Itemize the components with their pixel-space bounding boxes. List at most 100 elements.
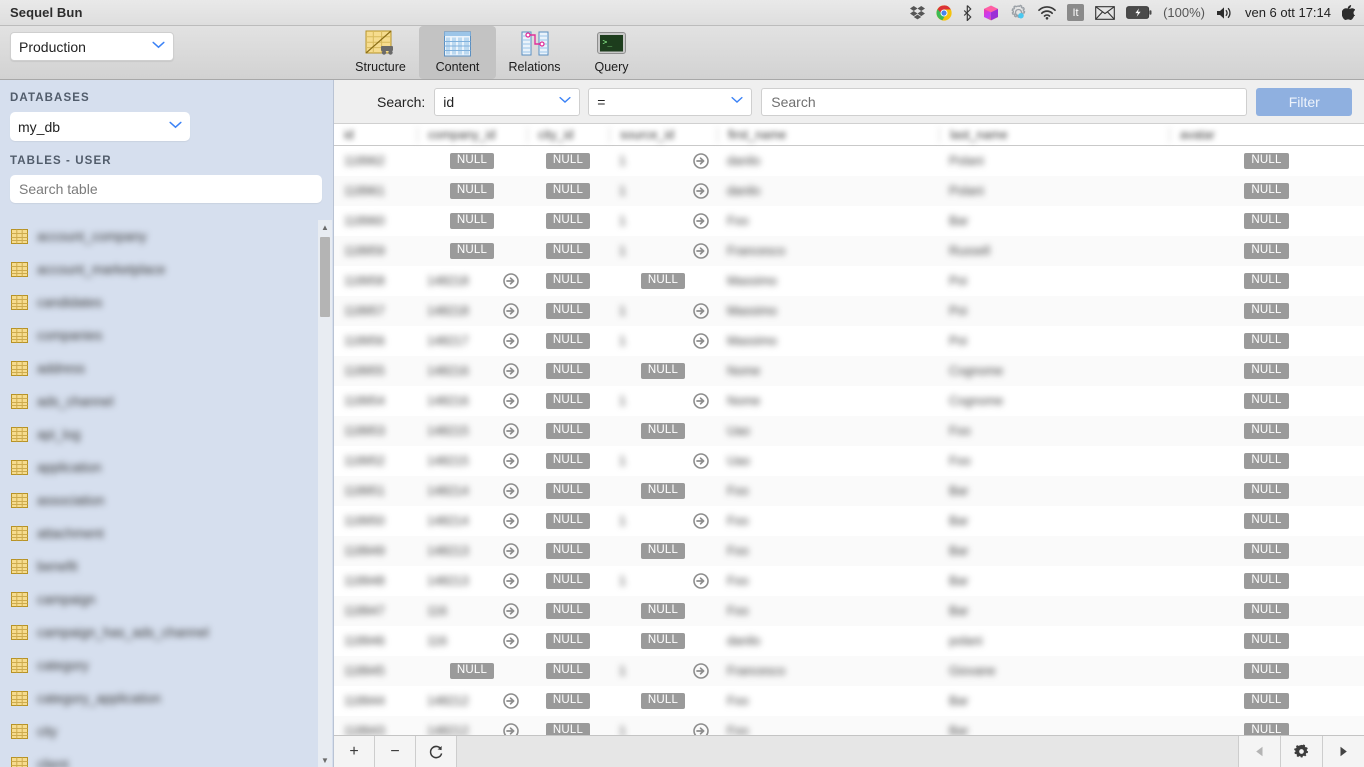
grid-cell[interactable]: 118946 <box>334 626 417 656</box>
grid-cell[interactable]: Foo <box>717 716 939 735</box>
grid-cell[interactable]: Russell <box>939 236 1169 266</box>
table-list-item[interactable]: application <box>0 451 319 484</box>
grid-cell[interactable]: 116 <box>417 626 527 656</box>
table-row[interactable]: 118953 148215 NULL NULL Uao Foo NULL <box>334 416 1364 446</box>
grid-cell[interactable]: NULL <box>417 236 527 266</box>
grid-column-header[interactable]: source_id <box>609 126 717 143</box>
grid-cell[interactable]: NULL <box>1169 656 1364 686</box>
table-row[interactable]: 118959 NULL NULL 1 Francesco Russell NULL <box>334 236 1364 266</box>
search-field-select[interactable]: id <box>434 87 581 116</box>
tab-content[interactable]: Content <box>419 26 496 79</box>
table-list-item[interactable]: api_log <box>0 418 319 451</box>
table-row[interactable]: 118954 148216 NULL 1 Nome Cognome NULL <box>334 386 1364 416</box>
foreign-key-link-icon[interactable] <box>503 723 519 735</box>
filter-button[interactable]: Filter <box>1256 87 1353 116</box>
grid-cell[interactable]: 118945 <box>334 656 417 686</box>
grid-cell[interactable]: Foo <box>717 566 939 596</box>
foreign-key-link-icon[interactable] <box>693 453 709 469</box>
grid-cell[interactable]: Uao <box>717 446 939 476</box>
foreign-key-link-icon[interactable] <box>693 243 709 259</box>
foreign-key-link-icon[interactable] <box>693 333 709 349</box>
grid-cell[interactable]: NULL <box>1169 446 1364 476</box>
scroll-up-icon[interactable]: ▲ <box>318 220 332 234</box>
foreign-key-link-icon[interactable] <box>503 543 519 559</box>
scroll-down-icon[interactable]: ▼ <box>318 753 332 767</box>
table-list-item[interactable]: ads_channel <box>0 385 319 418</box>
grid-cell[interactable]: NULL <box>527 416 609 446</box>
sidebar-scrollbar[interactable]: ▲ ▼ <box>318 220 332 767</box>
grid-column-header[interactable]: avatar <box>1169 126 1364 143</box>
grid-cell[interactable]: Nome <box>717 386 939 416</box>
table-list-item[interactable]: account_company <box>0 220 319 253</box>
grid-cell[interactable]: Francesco <box>717 656 939 686</box>
connection-select[interactable]: Production <box>10 32 174 61</box>
grid-cell[interactable]: Foo <box>717 506 939 536</box>
grid-cell[interactable]: NULL <box>417 656 527 686</box>
table-list-item[interactable]: candidates <box>0 286 319 319</box>
grid-cell[interactable]: NULL <box>527 686 609 716</box>
grid-cell[interactable]: NULL <box>1169 476 1364 506</box>
next-page-button[interactable] <box>1322 736 1364 767</box>
grid-cell[interactable]: Poi <box>939 296 1169 326</box>
foreign-key-link-icon[interactable] <box>503 333 519 349</box>
grid-cell[interactable]: NULL <box>527 266 609 296</box>
grid-cell[interactable]: danilo <box>717 626 939 656</box>
grid-cell[interactable]: danilo <box>717 146 939 176</box>
grid-cell[interactable]: 148214 <box>417 476 527 506</box>
grid-cell[interactable]: 118951 <box>334 476 417 506</box>
grid-cell[interactable]: 118957 <box>334 296 417 326</box>
grid-cell[interactable]: NULL <box>1169 686 1364 716</box>
grid-cell[interactable]: Foo <box>717 206 939 236</box>
mail-icon[interactable] <box>1095 3 1115 23</box>
foreign-key-link-icon[interactable] <box>503 453 519 469</box>
foreign-key-link-icon[interactable] <box>503 603 519 619</box>
table-list-item[interactable]: category <box>0 649 319 682</box>
grid-cell[interactable]: 118962 <box>334 146 417 176</box>
grid-column-header[interactable]: company_id <box>417 126 527 143</box>
grid-cell[interactable]: 1 <box>609 206 717 236</box>
grid-cell[interactable]: 148212 <box>417 686 527 716</box>
table-row[interactable]: 118946 116 NULL NULL danilo polani NULL <box>334 626 1364 656</box>
grid-cell[interactable]: 1 <box>609 146 717 176</box>
grid-cell[interactable]: Francesco <box>717 236 939 266</box>
grid-cell[interactable]: NULL <box>527 446 609 476</box>
table-row[interactable]: 118949 148213 NULL NULL Foo Bar NULL <box>334 536 1364 566</box>
grid-cell[interactable]: Foo <box>717 476 939 506</box>
grid-cell[interactable]: NULL <box>609 596 717 626</box>
grid-cell[interactable]: 118952 <box>334 446 417 476</box>
grid-cell[interactable]: NULL <box>527 566 609 596</box>
foreign-key-link-icon[interactable] <box>693 573 709 589</box>
grid-cell[interactable]: NULL <box>609 476 717 506</box>
bluetooth-icon[interactable] <box>963 3 972 23</box>
grid-cell[interactable]: 118958 <box>334 266 417 296</box>
grid-cell[interactable]: Bar <box>939 566 1169 596</box>
add-row-button[interactable]: + <box>334 736 375 767</box>
tab-query[interactable]: >_ Query <box>573 26 650 79</box>
foreign-key-link-icon[interactable] <box>503 393 519 409</box>
previous-page-button[interactable] <box>1238 736 1280 767</box>
grid-cell[interactable]: 118960 <box>334 206 417 236</box>
table-row[interactable]: 118958 148218 NULL NULL Massimo Poi NULL <box>334 266 1364 296</box>
grid-cell[interactable]: NULL <box>609 266 717 296</box>
grid-cell[interactable]: 148212 <box>417 716 527 735</box>
foreign-key-link-icon[interactable] <box>503 363 519 379</box>
tab-relations[interactable]: Relations <box>496 26 573 79</box>
table-list-item[interactable]: companies <box>0 319 319 352</box>
grid-cell[interactable]: NULL <box>527 146 609 176</box>
table-list-item[interactable]: campaign <box>0 583 319 616</box>
search-operator-select[interactable]: = <box>588 87 753 116</box>
grid-cell[interactable]: NULL <box>1169 566 1364 596</box>
grid-cell[interactable]: 148215 <box>417 416 527 446</box>
chrome-icon[interactable] <box>936 3 952 23</box>
grid-cell[interactable]: Cognome <box>939 356 1169 386</box>
table-list-item[interactable]: attachment <box>0 517 319 550</box>
grid-cell[interactable]: NULL <box>1169 266 1364 296</box>
grid-cell[interactable]: NULL <box>1169 296 1364 326</box>
table-list-item[interactable]: client <box>0 748 319 767</box>
grid-cell[interactable]: 118961 <box>334 176 417 206</box>
grid-cell[interactable]: 1 <box>609 446 717 476</box>
foreign-key-link-icon[interactable] <box>503 633 519 649</box>
grid-cell[interactable]: danilo <box>717 176 939 206</box>
foreign-key-link-icon[interactable] <box>693 303 709 319</box>
foreign-key-link-icon[interactable] <box>693 213 709 229</box>
